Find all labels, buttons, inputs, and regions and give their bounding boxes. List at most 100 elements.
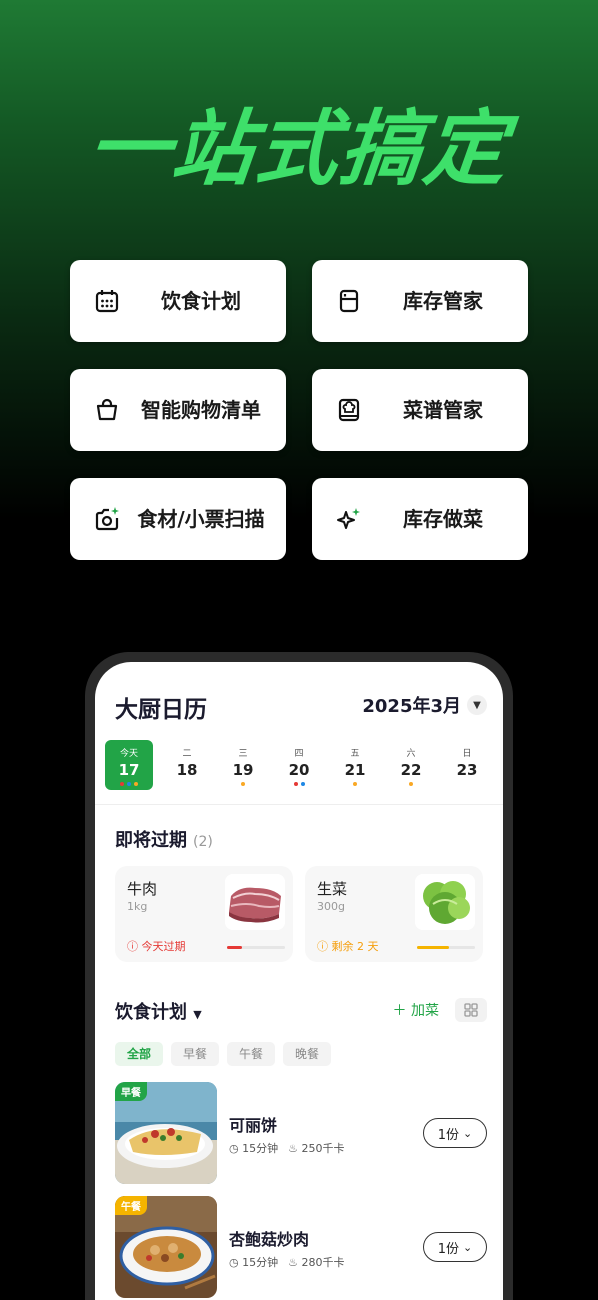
day-cell-today[interactable]: 今天 17 [105,740,153,790]
meal-type-tag: 早餐 [115,1082,147,1101]
freshness-fill [417,946,449,949]
expiring-item-card[interactable]: 牛肉 1kg ⓘ 今天过期 [115,866,293,962]
clock-icon: ◷ [229,1256,239,1269]
feature-scan[interactable]: 食材/小票扫描 [70,478,286,560]
day-name: 今天 [119,749,138,759]
meal-filter-chips: 全部 早餐 午餐 晚餐 [115,1042,332,1066]
expiry-status: ⓘ 剩余 2 天 [317,940,379,953]
filter-chip-dinner[interactable]: 晚餐 [283,1042,332,1066]
expiry-status: ⓘ 今天过期 [127,940,186,953]
phone-frame: 大厨日历 2025年3月 ▼ 今天 17 二 18 三 19 四 20 五 21… [85,652,513,1300]
freshness-bar [227,946,285,949]
day-number: 23 [456,761,478,779]
day-number: 20 [288,761,310,779]
expiring-item-card[interactable]: 生菜 300g ⓘ 剩余 2 天 [305,866,483,962]
recipe-book-icon [338,398,360,422]
item-quantity: 300g [317,900,345,913]
day-cell[interactable]: 二 18 [159,740,215,790]
freshness-fill [227,946,242,949]
meal-dot [241,782,245,786]
filter-chip-breakfast[interactable]: 早餐 [171,1042,220,1066]
feature-cook-from-inventory[interactable]: 库存做菜 [312,478,528,560]
grid-view-button[interactable] [455,998,487,1022]
week-strip: 今天 17 二 18 三 19 四 20 五 21 六 22 日 23 [103,740,495,800]
day-cell[interactable]: 六 22 [383,740,439,790]
day-number: 21 [344,761,366,779]
caret-down-icon: ▼ [193,1008,202,1021]
shopping-bag-icon [96,398,118,421]
meal-item[interactable]: 早餐 可丽饼 ◷ 15分钟 ♨ 250千卡 1份 ⌄ [115,1082,487,1186]
day-number: 22 [400,761,422,779]
chevron-down-icon: ▼ [467,695,487,715]
meal-dot [127,782,131,786]
day-cell[interactable]: 三 19 [215,740,271,790]
meal-dot [353,782,357,786]
feature-label: 食材/小票扫描 [137,507,265,531]
day-number: 19 [232,761,254,779]
expiry-status-text: 剩余 2 天 [331,940,379,953]
filter-chip-lunch[interactable]: 午餐 [227,1042,276,1066]
item-name: 牛肉 [127,880,158,898]
day-number: 18 [176,761,198,779]
meal-item[interactable]: 午餐 杏鲍菇炒肉 ◷ 15分钟 ♨ 280千卡 1份 ⌄ [115,1196,487,1300]
day-name: 三 [238,749,248,759]
meal-dot [300,782,305,786]
beef-image [225,874,285,930]
sparkle-icon [337,508,360,529]
add-dish-label: 加菜 [411,1003,439,1019]
divider [95,804,503,805]
feature-label: 库存做菜 [403,507,483,531]
day-name: 五 [350,749,360,759]
meal-meta: ◷ 15分钟 ♨ 250千卡 [229,1140,344,1156]
day-cell[interactable]: 四 20 [271,740,327,790]
expiring-title: 即将过期 [115,830,187,851]
day-cell[interactable]: 五 21 [327,740,383,790]
meal-name: 杏鲍菇炒肉 [229,1230,310,1249]
day-cell[interactable]: 日 23 [439,740,495,790]
meal-type-tag: 午餐 [115,1196,147,1215]
feature-shopping-list[interactable]: 智能购物清单 [70,369,286,451]
month-selector[interactable]: 2025年3月 ▼ [362,692,487,718]
meal-dot [120,782,124,786]
add-dish-button[interactable]: ＋ 加菜 [393,1000,439,1020]
portion-selector[interactable]: 1份 ⌄ [423,1232,487,1262]
expiring-section-title: 即将过期 (2) [115,826,213,852]
clock-icon: ◷ [229,1142,239,1155]
fridge-icon [339,289,359,313]
portion-value: 1份 [437,1127,460,1143]
meal-dot [409,782,413,786]
month-label: 2025年3月 [362,696,461,717]
calories: 280千卡 [301,1256,345,1269]
meal-dot [134,782,138,786]
diet-plan-dropdown[interactable]: 饮食计划 ▼ [115,1002,202,1023]
expiry-status-text: 今天过期 [141,940,186,953]
item-quantity: 1kg [127,900,148,913]
grid-icon [464,1003,478,1017]
filter-chip-all[interactable]: 全部 [115,1042,164,1066]
calories: 250千卡 [301,1142,345,1155]
cook-time: 15分钟 [242,1256,279,1269]
chevron-down-icon: ⌄ [463,1126,473,1140]
app-title: 大厨日历 [115,697,207,723]
app-screen: 大厨日历 2025年3月 ▼ 今天 17 二 18 三 19 四 20 五 21… [95,662,503,1300]
meal-dot [293,782,298,786]
headline: 一站式搞定 [83,102,514,197]
feature-label: 库存管家 [403,289,483,313]
portion-value: 1份 [437,1241,460,1257]
diet-plan-header: 饮食计划 ▼ ＋ 加菜 [115,998,487,1024]
portion-selector[interactable]: 1份 ⌄ [423,1118,487,1148]
diet-plan-title: 饮食计划 [115,1002,187,1023]
lettuce-image [415,874,475,930]
item-name: 生菜 [317,880,348,898]
feature-recipes[interactable]: 菜谱管家 [312,369,528,451]
feature-label: 菜谱管家 [403,398,483,422]
day-name: 二 [182,749,192,759]
flame-icon: ♨ [288,1142,298,1155]
feature-diet-plan[interactable]: 饮食计划 [70,260,286,342]
day-number: 17 [118,761,140,779]
feature-inventory[interactable]: 库存管家 [312,260,528,342]
day-name: 四 [294,749,304,759]
flame-icon: ♨ [288,1256,298,1269]
meal-name: 可丽饼 [229,1116,278,1135]
feature-label: 饮食计划 [161,289,241,313]
